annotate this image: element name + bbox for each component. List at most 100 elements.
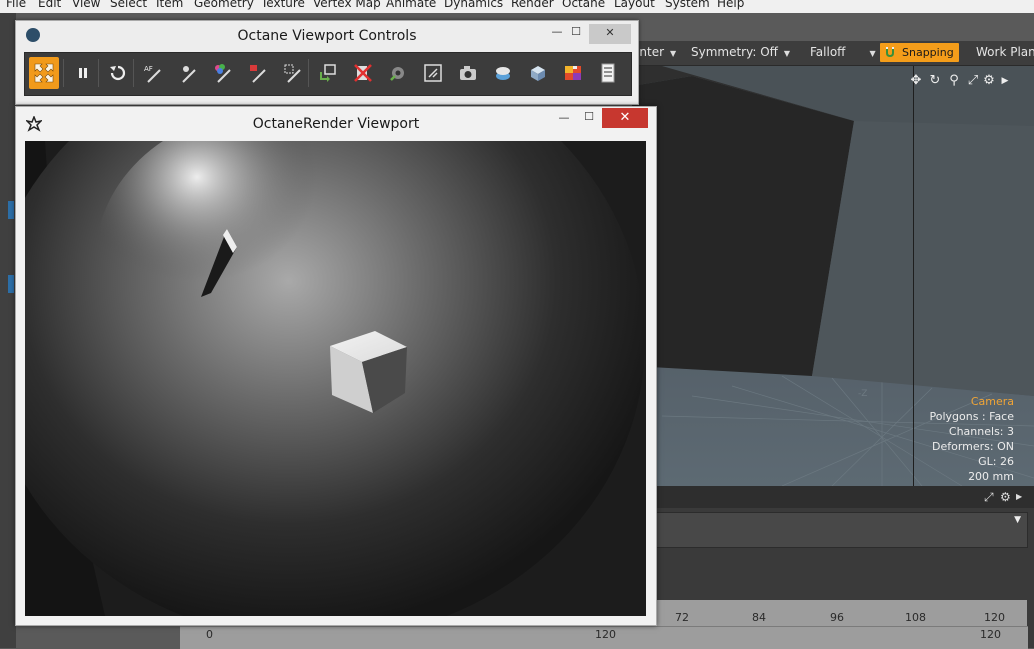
- symmetry-dropdown[interactable]: Symmetry: Off ▼: [691, 45, 790, 59]
- region-render-button[interactable]: [418, 57, 448, 89]
- tick-label: 72: [675, 611, 689, 624]
- menu-vertex-map[interactable]: Vertex Map: [313, 0, 381, 10]
- material-picker-icon: [215, 64, 231, 83]
- tick-label: 96: [830, 611, 844, 624]
- rotate-view-icon[interactable]: ↻: [928, 74, 942, 88]
- pause-button[interactable]: [68, 57, 98, 89]
- viewport-info: Camera Polygons : Face Channels: 3 Defor…: [929, 394, 1014, 484]
- octane-toolbar: AF: [24, 52, 632, 96]
- menu-texture[interactable]: Texture: [261, 0, 305, 10]
- window-titlebar[interactable]: OctaneRender Viewport — ☐ ✕: [16, 107, 656, 139]
- chevron-right-icon[interactable]: ▶: [1016, 492, 1022, 501]
- symmetry-label: Symmetry: Off: [691, 45, 778, 59]
- maximize-panel-icon[interactable]: ⤢: [984, 490, 994, 505]
- focus-picker-button[interactable]: [173, 57, 203, 89]
- autofocus-picker-button[interactable]: AF: [138, 57, 168, 89]
- tick-label: 120: [984, 611, 1005, 624]
- camera-button[interactable]: [453, 57, 483, 89]
- close-button[interactable]: ✕: [589, 24, 631, 44]
- region-picker-button[interactable]: [278, 57, 308, 89]
- export-button[interactable]: [313, 57, 343, 89]
- sidebar-tool-indicator[interactable]: [8, 275, 14, 293]
- minimize-button[interactable]: —: [553, 109, 575, 129]
- rendered-image: [25, 141, 646, 616]
- deformers-info: Deformers: ON: [932, 440, 1014, 453]
- environment-button[interactable]: [488, 57, 518, 89]
- magnet-icon: [886, 47, 894, 57]
- unit-info: 200 mm: [968, 470, 1014, 483]
- clear-button[interactable]: [348, 57, 378, 89]
- work-plane-button[interactable]: Work Plane: [976, 45, 1034, 59]
- snapping-button[interactable]: Snapping: [880, 43, 959, 62]
- window-titlebar[interactable]: Octane Viewport Controls — ☐ ✕: [16, 21, 638, 49]
- panel-header: ⤢ ⚙ ▶: [632, 486, 1034, 508]
- zoom-view-icon[interactable]: ⚲: [947, 74, 961, 88]
- maximize-view-icon[interactable]: ⤢: [966, 74, 980, 88]
- expand-arrows-button[interactable]: [29, 57, 59, 89]
- toolbar-separator: [98, 59, 99, 87]
- lock-settings-icon: [390, 67, 404, 81]
- restart-icon: [110, 65, 126, 81]
- menu-bar: File Edit View Select Item Geometry Text…: [0, 0, 1034, 13]
- camera-icon: [460, 66, 476, 80]
- gear-icon[interactable]: ⚙: [1000, 490, 1011, 504]
- menu-dynamics[interactable]: Dynamics: [444, 0, 503, 10]
- move-view-icon[interactable]: ✥: [909, 74, 923, 88]
- export-icon: [320, 64, 336, 82]
- toolbar-separator: [308, 59, 309, 87]
- axis-label: -Z: [858, 389, 867, 399]
- channels-info: Channels: 3: [948, 425, 1014, 438]
- menu-view[interactable]: View: [72, 0, 100, 10]
- range-end: 120: [980, 628, 1001, 641]
- 3d-viewport[interactable]: -Z ✥ ↻ ⚲ ⤢ ⚙ ▶ Camera Polygons : Face Ch…: [632, 66, 1034, 486]
- menu-system[interactable]: System: [665, 0, 710, 10]
- settings-list-icon: [601, 63, 615, 83]
- color-swatch-button[interactable]: [558, 57, 588, 89]
- chevron-down-icon: ▼: [783, 49, 791, 58]
- camera-label: Camera: [970, 395, 1014, 408]
- maximize-button[interactable]: ☐: [563, 23, 589, 43]
- range-mid: 120: [595, 628, 616, 641]
- cube-icon: [531, 66, 545, 81]
- expand-arrows-icon: [34, 63, 54, 83]
- menu-animate[interactable]: Animate: [386, 0, 436, 10]
- region-render-icon: [424, 64, 442, 82]
- clear-icon: [354, 64, 372, 82]
- chevron-down-icon: ▼: [670, 49, 677, 58]
- sidebar-tool-indicator[interactable]: [8, 201, 14, 219]
- menu-octane[interactable]: Octane: [562, 0, 605, 10]
- maximize-button[interactable]: ☐: [578, 108, 600, 128]
- snapping-label: Snapping: [902, 46, 954, 59]
- material-picker-button[interactable]: [208, 57, 238, 89]
- menu-help[interactable]: Help: [717, 0, 744, 10]
- falloff-label: Falloff: [810, 45, 846, 59]
- timeline-range[interactable]: 0 120 120: [180, 626, 1028, 649]
- octane-render-viewport-window: OctaneRender Viewport — ☐ ✕: [15, 106, 657, 626]
- chevron-down-icon: ▼: [869, 49, 876, 58]
- timeline-ruler[interactable]: 72 84 96 108 120: [655, 600, 1027, 626]
- falloff-dropdown[interactable]: Falloff ▼: [810, 45, 876, 59]
- menu-item[interactable]: Item: [156, 0, 183, 10]
- host-toolbar: enter ▼ Symmetry: Off ▼ Falloff ▼ Snapping …: [632, 41, 1034, 66]
- object-picker-icon: [250, 65, 266, 83]
- menu-geometry[interactable]: Geometry: [194, 0, 254, 10]
- menu-edit[interactable]: Edit: [38, 0, 61, 10]
- settings-list-button[interactable]: [593, 57, 623, 89]
- left-sidebar: [0, 13, 16, 648]
- object-picker-button[interactable]: [243, 57, 273, 89]
- menu-select[interactable]: Select: [110, 0, 147, 10]
- octane-viewport-controls-window: Octane Viewport Controls — ☐ ✕ AF: [15, 20, 639, 105]
- restart-button[interactable]: [103, 57, 133, 89]
- menu-file[interactable]: File: [6, 0, 26, 10]
- close-button[interactable]: ✕: [602, 108, 648, 128]
- lock-settings-button[interactable]: [383, 57, 413, 89]
- menu-render[interactable]: Render: [511, 0, 554, 10]
- menu-layout[interactable]: Layout: [614, 0, 655, 10]
- gear-icon[interactable]: ⚙: [982, 74, 996, 88]
- cube-button[interactable]: [523, 57, 553, 89]
- autofocus-picker-icon: AF: [144, 65, 161, 83]
- panel-dropdown[interactable]: ▼: [656, 512, 1028, 548]
- render-canvas[interactable]: [25, 141, 646, 616]
- chevron-right-icon[interactable]: ▶: [998, 74, 1012, 88]
- polygons-info: Polygons : Face: [929, 410, 1014, 423]
